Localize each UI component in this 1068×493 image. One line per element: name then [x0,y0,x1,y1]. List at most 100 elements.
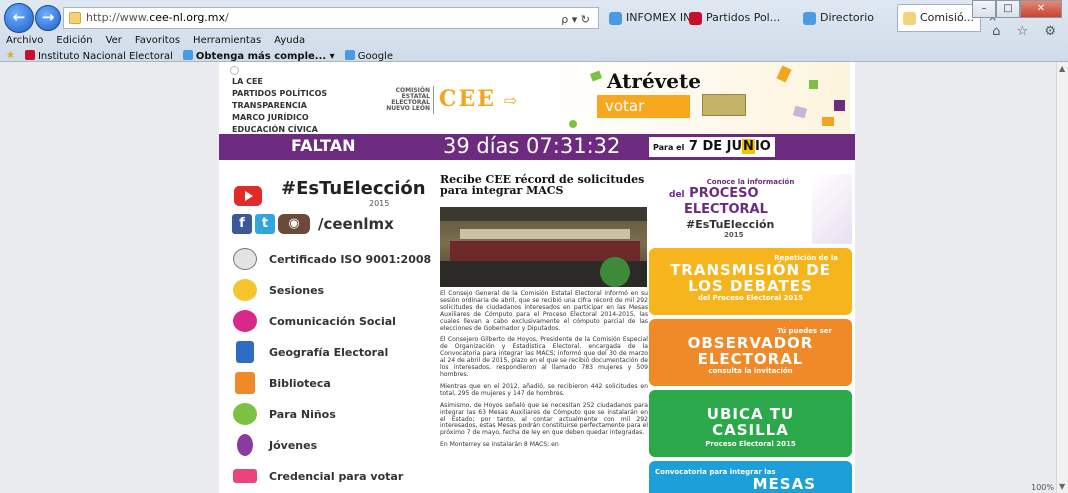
nav-comunicacion-social[interactable]: Comunicación Social [229,309,432,335]
menu-herramientas[interactable]: Herramientas [193,35,261,49]
radio-icon [230,66,239,75]
menu-ayuda[interactable]: Ayuda [274,35,305,49]
favorites-star-icon[interactable]: ★ [6,50,15,61]
youth-icon [237,434,253,456]
article-paragraph: El Consejo General de la Comisión Estata… [440,290,648,332]
menu-partidos[interactable]: PARTIDOS POLÍTICOS [232,88,327,100]
menu-transparencia[interactable]: TRANSPARENCIA [232,100,327,112]
article-paragraph: Asimismo, de Hoyos señaló que se necesit… [440,401,648,437]
proceso-electoral-banner[interactable]: Conoce la información del PROCESO ELECTO… [649,174,852,244]
maximize-button[interactable]: □ [996,0,1020,18]
nav-label: Sesiones [269,284,325,297]
mesas-big1: MESAS [752,475,816,493]
menu-favoritos[interactable]: Favoritos [135,35,180,49]
instagram-icon[interactable]: ◉ [278,214,310,234]
close-window-button[interactable]: ✕ [1020,0,1062,18]
article-paragraph: Mientras que en el 2012, añadió, se reci… [440,382,648,397]
zoom-level[interactable]: 100% [1031,483,1054,492]
menu-archivo[interactable]: Archivo [6,35,43,49]
confetti-icon [834,100,845,111]
minimize-button[interactable]: – [972,0,996,18]
date-prefix: Para el [653,143,685,152]
scroll-up-icon[interactable]: ▲ [1059,64,1065,73]
voter-card-icon [702,94,746,116]
photo-plant [600,257,630,287]
chevron-down-icon[interactable]: ▾ [330,51,335,62]
date-end: IO [754,139,771,154]
proceso-small: Conoce la información [706,178,795,186]
nav-para-ninos[interactable]: Para Niños [229,402,432,428]
scroll-down-icon[interactable]: ▼ [1059,482,1065,491]
nav-sesiones[interactable]: Sesiones [229,278,432,304]
speech-bubble-icon [233,310,257,332]
casilla-banner[interactable]: UBICA TU CASILLA Proceso Electoral 2015 [649,390,852,457]
menu-la-cee[interactable]: LA CEE [232,76,327,88]
hashtag-banner[interactable]: #EsTuElección 2015 [234,176,434,212]
facebook-icon[interactable]: f [232,214,252,234]
nav-label: Geografía Electoral [269,346,389,359]
twitter-icon[interactable]: t [255,214,275,234]
meeting-icon [233,279,257,301]
observador-foot: consulta la invitación [708,367,793,375]
favorite-google[interactable]: Google [344,49,393,62]
countdown-label: FALTAN [291,136,356,155]
observador-banner[interactable]: Tú puedes ser OBSERVADOR ELECTORAL consu… [649,319,852,386]
date-highlight: N [742,139,755,154]
youtube-icon[interactable] [234,186,262,206]
nav-label: Credencial para votar [269,470,404,483]
menu-marco-juridico[interactable]: MARCO JURÍDICO [232,112,327,124]
voter-id-card-icon [233,469,257,483]
mesas-small: Convocatoria para integrar las [655,468,776,476]
social-handle: /ceenlmx [318,215,394,233]
navigation-row: ← → http://www.cee-nl.org.mx/ ρ ▾ ↻ INFO… [0,0,1068,39]
site-favicon-icon [69,12,81,24]
forward-button[interactable]: → [35,5,61,31]
cee-logo[interactable]: CEE ⇨ [439,86,537,114]
confetti-icon [569,120,577,128]
address-bar[interactable]: http://www.cee-nl.org.mx/ ρ ▾ ↻ [63,7,599,29]
favorite-label: Instituto Nacional Electoral [37,50,173,62]
favorite-obtenga[interactable]: Obtenga más comple... ▾ [182,49,335,62]
url-prefix: http://www. [86,11,150,24]
favorites-bar: ★ Instituto Nacional Electoral Obtenga m… [0,49,1068,62]
hashtag-year: 2015 [369,199,390,208]
site-header: LA CEE PARTIDOS POLÍTICOS TRANSPARENCIA … [219,62,855,134]
observador-big1: OBSERVADOR [687,334,814,352]
mesas-banner[interactable]: Convocatoria para integrar las MESAS [649,461,852,493]
search-refresh-icon[interactable]: ρ ▾ ↻ [561,10,590,30]
cee-logo-label: CEE [439,86,497,112]
tab-comision[interactable]: Comisió...× [897,4,997,32]
news-article: Recibe CEE récord de solicitudes para in… [440,174,648,448]
nav-label: Jóvenes [269,439,318,452]
browser-chrome: ← → http://www.cee-nl.org.mx/ ρ ▾ ↻ INFO… [0,0,1068,62]
debates-big1: TRANSMISIÓN DE [670,261,831,279]
nav-certificado-iso[interactable]: Certificado ISO 9001:2008 [229,247,432,273]
casilla-foot: Proceso Electoral 2015 [705,440,796,448]
tab-label: Comisió... [920,11,974,24]
menu-edicion[interactable]: Edición [56,35,92,49]
map-state-icon [236,341,254,363]
hashtag: #EsTuElección [281,178,426,199]
nav-biblioteca[interactable]: Biblioteca [229,371,432,397]
nav-label: Para Niños [269,408,336,421]
tab-partidos[interactable]: Partidos Pol... [683,4,781,32]
favorite-ine[interactable]: Instituto Nacional Electoral [24,49,173,62]
vertical-scrollbar[interactable]: ▲ ▼ [1056,62,1068,493]
kids-icon [233,403,257,425]
ie-icon [803,12,816,25]
back-button[interactable]: ← [4,3,34,33]
nav-geografia-electoral[interactable]: Geografía Electoral [229,340,432,366]
article-body: El Consejo General de la Comisión Estata… [440,290,648,454]
election-date: Para el 7 DE JUNIO [649,137,775,157]
tab-directorio[interactable]: Directorio [797,4,875,32]
menu-ver[interactable]: Ver [106,35,122,49]
debates-banner[interactable]: Repetición de la TRANSMISIÓN DE LOS DEBA… [649,248,852,315]
countdown-timer: 39 días 07:31:32 [443,134,621,158]
casilla-big1: UBICA TU [706,405,795,423]
tab-label: Directorio [820,11,874,24]
proceso-big1: PROCESO [689,186,759,201]
article-photo[interactable] [440,207,647,287]
nav-credencial-para-votar[interactable]: Credencial para votar [229,464,432,490]
article-title[interactable]: Recibe CEE récord de solicitudes para in… [440,174,648,196]
nav-jovenes[interactable]: Jóvenes [229,433,432,459]
